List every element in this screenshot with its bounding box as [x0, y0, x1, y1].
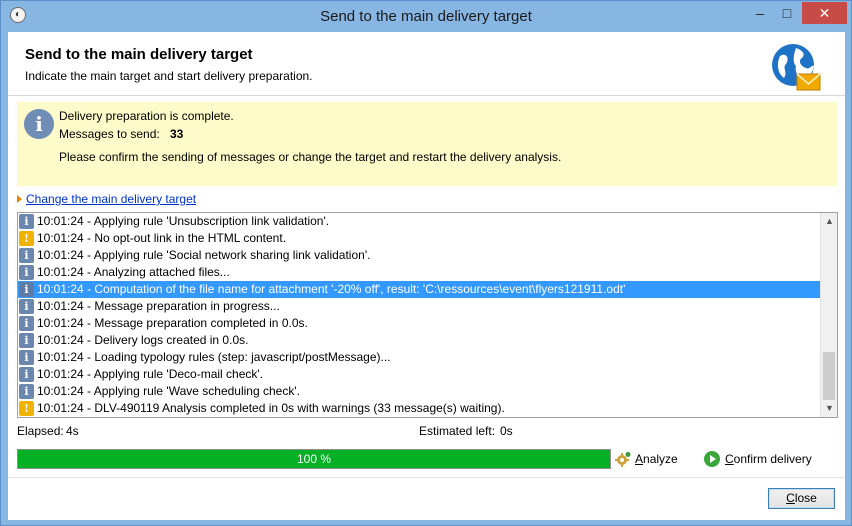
log-row[interactable]: i 10:01:24 - Delivery logs created in 0.0…	[18, 332, 820, 349]
analyze-button[interactable]: Analyze	[615, 449, 678, 469]
progress-label: 100 %	[296, 452, 332, 466]
info-icon: i	[19, 265, 34, 280]
info-icon: i	[19, 367, 34, 382]
footer-divider	[8, 477, 845, 478]
dialog-body: Send to the main delivery target Indicat…	[8, 32, 845, 520]
page-subtitle: Indicate the main target and start deliv…	[25, 69, 313, 83]
info-icon: i	[19, 282, 34, 297]
log-row[interactable]: ! 10:01:24 - No opt-out link in the HTML …	[18, 230, 820, 247]
log-row[interactable]: i 10:01:24 - Analyzing attached files...	[18, 264, 820, 281]
info-icon: i	[19, 316, 34, 331]
info-icon: i	[19, 350, 34, 365]
log-text: 10:01:24 - Applying rule 'Wave schedulin…	[37, 384, 300, 398]
log-row[interactable]: i 10:01:24 - Computation of the file name…	[18, 281, 820, 298]
progress-bar: 100 %	[17, 449, 611, 469]
change-target-link[interactable]: Change the main delivery target	[26, 192, 196, 206]
info-icon: i	[19, 299, 34, 314]
info-icon: i	[24, 109, 54, 139]
dialog-header: Send to the main delivery target Indicat…	[8, 32, 845, 96]
log-text: 10:01:24 - Message preparation completed…	[37, 316, 308, 330]
log-text: 10:01:24 - Delivery logs created in 0.0s…	[37, 333, 249, 347]
info-icon: i	[19, 384, 34, 399]
log-row[interactable]: i 10:01:24 - Applying rule 'Deco-mail che…	[18, 366, 820, 383]
elapsed-value: 4s	[66, 424, 79, 438]
close-button[interactable]: Close	[768, 488, 835, 509]
info-icon: i	[19, 333, 34, 348]
analyze-label: nalyze	[643, 452, 678, 466]
log-text: 10:01:24 - Message preparation in progre…	[37, 299, 280, 313]
messages-count: 33	[170, 127, 184, 141]
messages-label: Messages to send:	[59, 127, 160, 141]
link-arrow-icon	[17, 195, 22, 203]
estimated-value: 0s	[500, 424, 513, 438]
log-row[interactable]: i 10:01:24 - Applying rule 'Social networ…	[18, 247, 820, 264]
log-row[interactable]: i 10:01:24 - Applying rule 'Unsubscriptio…	[18, 213, 820, 230]
status-text: Delivery preparation is complete.	[59, 109, 234, 123]
log-text: 10:01:24 - Applying rule 'Unsubscription…	[37, 214, 330, 228]
window-title: Send to the main delivery target	[320, 8, 532, 25]
confirm-delivery-button[interactable]: Confirm delivery	[704, 449, 812, 469]
log-list[interactable]: i 10:01:24 - Applying rule 'Unsubscriptio…	[17, 212, 838, 418]
log-rows: i 10:01:24 - Applying rule 'Unsubscriptio…	[18, 213, 820, 417]
log-text: 10:01:24 - No opt-out link in the HTML c…	[37, 231, 287, 245]
log-row[interactable]: i 10:01:24 - Applying rule 'Wave scheduli…	[18, 383, 820, 400]
log-row[interactable]: i 10:01:24 - Loading typology rules (step…	[18, 349, 820, 366]
globe-mail-icon	[772, 44, 821, 91]
maximize-button[interactable]: □	[774, 2, 800, 24]
title-bar[interactable]: ◐ Send to the main delivery target – □ ✕	[1, 1, 851, 32]
estimated-label: Estimated left:	[419, 424, 496, 438]
scroll-down-icon[interactable]: ▼	[821, 400, 837, 417]
scroll-thumb[interactable]	[823, 352, 835, 400]
warning-icon: !	[19, 231, 34, 246]
info-icon: i	[19, 214, 34, 229]
scroll-up-icon[interactable]: ▲	[821, 213, 837, 230]
log-text: 10:01:24 - Loading typology rules (step:…	[37, 350, 391, 364]
dialog-window: ◐ Send to the main delivery target – □ ✕…	[0, 0, 852, 526]
play-icon	[704, 451, 720, 467]
close-window-button[interactable]: ✕	[802, 2, 847, 24]
info-icon: i	[19, 248, 34, 263]
log-scrollbar[interactable]: ▲ ▼	[820, 213, 837, 417]
log-row[interactable]: i 10:01:24 - Message preparation in progr…	[18, 298, 820, 315]
elapsed-label: Elapsed:	[17, 424, 64, 438]
info-panel: i Delivery preparation is complete. Mess…	[17, 102, 837, 186]
confirm-label: onfirm delivery	[733, 452, 812, 466]
warning-icon: !	[19, 401, 34, 416]
log-text: 10:01:24 - DLV-490119 Analysis completed…	[37, 401, 505, 415]
log-text: 10:01:24 - Computation of the file name …	[37, 282, 626, 296]
log-row[interactable]: i 10:01:24 - Message preparation complete…	[18, 315, 820, 332]
minimize-button[interactable]: –	[747, 2, 773, 24]
close-label-accel: C	[786, 491, 795, 505]
log-row[interactable]: ! 10:01:24 - DLV-490119 Analysis complete…	[18, 400, 820, 417]
analyze-label-accel: A	[635, 452, 644, 466]
log-text: 10:01:24 - Applying rule 'Social network…	[37, 248, 371, 262]
gear-icon	[615, 452, 631, 467]
log-text: 10:01:24 - Analyzing attached files...	[37, 265, 230, 279]
close-label: lose	[794, 491, 817, 505]
confirm-label-accel: C	[725, 452, 734, 466]
log-text: 10:01:24 - Applying rule 'Deco-mail chec…	[37, 367, 264, 381]
instruction-text: Please confirm the sending of messages o…	[59, 150, 562, 164]
page-title: Send to the main delivery target	[25, 46, 253, 63]
